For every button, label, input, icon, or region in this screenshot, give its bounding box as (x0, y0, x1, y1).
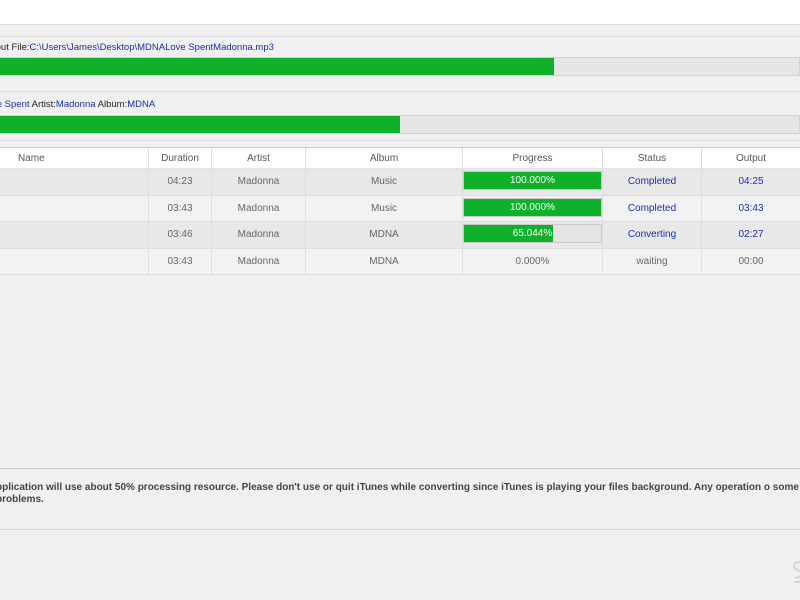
cell-progress: 0.000% (463, 248, 603, 274)
cell-artist: Madonna (212, 169, 306, 195)
column-header-output[interactable]: Output (702, 148, 800, 168)
cell-output: 02:27 (738, 229, 764, 241)
cell-duration: 04:23 (149, 169, 212, 195)
cell-progress: 100.000% (463, 195, 603, 221)
top-bar (0, 0, 800, 25)
artist-label: Artist: (29, 99, 56, 110)
cell-duration: 03:43 (149, 195, 212, 221)
cell-album: Music (306, 169, 463, 195)
song-title: ve Spent (0, 99, 30, 110)
cell-output: 04:25 (738, 176, 764, 188)
row-progress-bar: 100.000% (463, 197, 602, 217)
output-file-path: C:\Users\James\Desktop\MDNALove SpentMad… (29, 42, 274, 53)
cell-artist: Madonna (212, 222, 306, 248)
row-progress-text: 100.000% (509, 201, 556, 213)
cell-name (0, 248, 149, 274)
row-progress-bar: 65.044% (463, 224, 602, 243)
column-header-status[interactable]: Status (603, 148, 702, 168)
cell-status: Converting (603, 222, 702, 248)
column-header-name[interactable]: Name (0, 148, 149, 168)
column-header-album[interactable]: Album (306, 148, 463, 168)
cell-name (0, 195, 149, 221)
table-row[interactable]: 03:46 Madonna MDNA 65.044% Converting 02… (0, 222, 800, 249)
column-header-artist[interactable]: Artist (212, 148, 306, 168)
cell-name (0, 222, 149, 248)
album-value: MDNA (127, 99, 156, 110)
cell-name (0, 169, 149, 195)
cell-status: Completed (603, 169, 702, 195)
output-file-info: tput File:C:\Users\James\Desktop\MDNALov… (0, 42, 274, 53)
row-progress-bar: 100.000% (463, 171, 602, 190)
output-file-progress-bar (0, 57, 800, 76)
album-label: Album: (95, 99, 128, 110)
table-row[interactable]: 03:43 Madonna MDNA 0.000% waiting 00:00 (0, 248, 800, 275)
notice-panel: pplication will use about 50% processing… (0, 470, 800, 530)
cell-album: MDNA (306, 222, 463, 248)
cell-album: MDNA (306, 248, 463, 274)
song-progress-bar (0, 115, 800, 134)
cell-progress: 65.044% (463, 222, 603, 248)
cell-album: Music (306, 195, 463, 221)
conversion-table[interactable]: Name Duration Artist Album Progress Stat… (0, 147, 800, 469)
song-progress-fill (0, 116, 400, 133)
row-progress-text: 100.000% (509, 175, 556, 186)
footer-area (0, 531, 800, 600)
artist-value: Madonna (55, 99, 96, 110)
output-file-label: tput File: (0, 42, 30, 53)
divider (0, 36, 800, 37)
row-progress-text: 65.044% (512, 228, 553, 239)
divider (0, 140, 800, 141)
cell-status: waiting (603, 248, 702, 274)
cell-output: 03:43 (738, 202, 764, 214)
column-header-progress[interactable]: Progress (463, 148, 603, 168)
output-file-progress-fill (0, 58, 554, 75)
divider (0, 91, 800, 92)
cell-progress: 100.000% (463, 169, 603, 195)
cell-artist: Madonna (212, 195, 306, 221)
table-row[interactable]: 03:43 Madonna Music 100.000% Completed 0… (0, 195, 800, 222)
table-row[interactable]: 04:23 Madonna Music 100.000% Completed 0… (0, 169, 800, 196)
logo-watermark-icon (793, 561, 800, 583)
cell-duration: 03:46 (149, 222, 212, 248)
column-header-duration[interactable]: Duration (149, 148, 212, 168)
cell-output: 00:00 (738, 255, 764, 267)
cell-artist: Madonna (212, 248, 306, 274)
cell-status: Completed (603, 195, 702, 221)
table-header: Name Duration Artist Album Progress Stat… (0, 148, 800, 169)
cell-duration: 03:43 (149, 248, 212, 274)
notice-text: pplication will use about 50% processing… (0, 482, 799, 505)
current-song-info: ve Spent Artist:Madonna Album:MDNA (0, 99, 155, 110)
